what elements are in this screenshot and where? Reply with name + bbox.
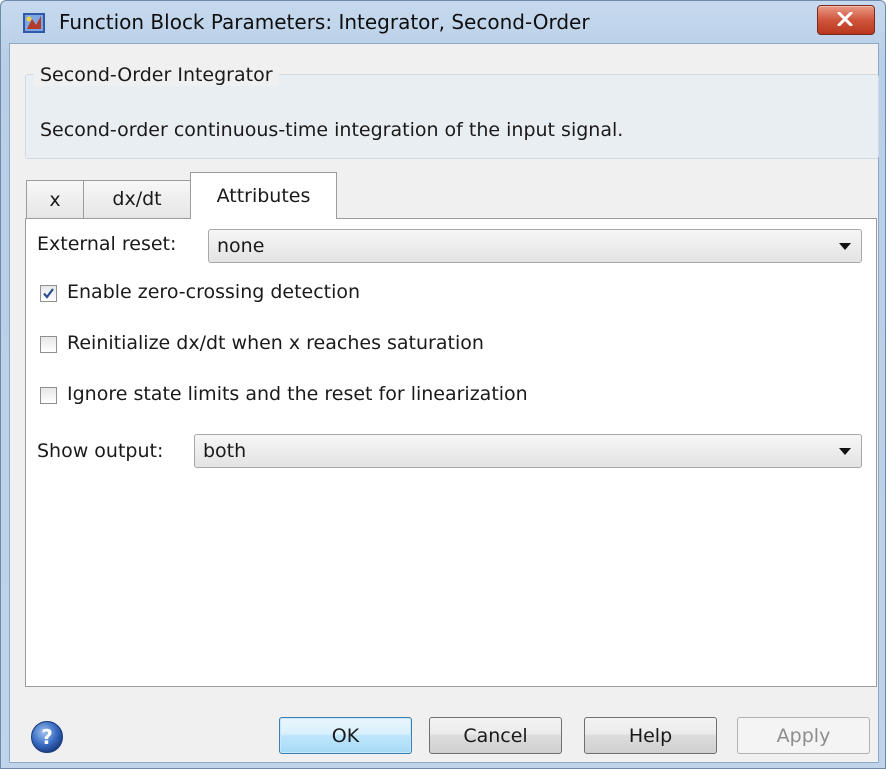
checkbox-box[interactable] [40, 285, 57, 302]
attributes-panel: External reset: none Enable zero-crossin… [25, 218, 877, 687]
help-question-icon[interactable]: ? [30, 720, 64, 754]
tab-attributes[interactable]: Attributes [190, 172, 337, 219]
dialog-client-area: Second-Order Integrator Second-order con… [9, 43, 879, 763]
close-button[interactable] [817, 5, 875, 35]
checkbox-box[interactable] [40, 336, 57, 353]
chevron-down-icon [839, 243, 851, 250]
help-button[interactable]: Help [584, 717, 717, 754]
external-reset-value: none [217, 235, 265, 257]
checkbox-box[interactable] [40, 387, 57, 404]
external-reset-select[interactable]: none [208, 229, 862, 263]
simulink-block-icon [23, 13, 45, 33]
apply-button[interactable]: Apply [737, 717, 870, 754]
svg-text:?: ? [41, 725, 53, 749]
tab-dxdt[interactable]: dx/dt [83, 180, 191, 218]
show-output-value: both [203, 440, 247, 462]
close-x-icon [837, 12, 853, 26]
chevron-down-icon [839, 448, 851, 455]
show-output-select[interactable]: both [194, 434, 862, 468]
title-bar[interactable]: Function Block Parameters: Integrator, S… [1, 1, 885, 43]
external-reset-label: External reset: [37, 233, 177, 255]
block-description: Second-order continuous-time integration… [40, 119, 624, 141]
ok-button[interactable]: OK [279, 717, 412, 754]
tab-x[interactable]: x [26, 180, 84, 218]
window-title: Function Block Parameters: Integrator, S… [59, 10, 590, 34]
dialog-window: Function Block Parameters: Integrator, S… [0, 0, 886, 769]
cancel-button[interactable]: Cancel [429, 717, 562, 754]
group-title: Second-Order Integrator [34, 64, 279, 86]
checkbox-label: Enable zero-crossing detection [67, 281, 361, 303]
block-description-group [25, 74, 879, 159]
show-output-label: Show output: [37, 440, 164, 462]
checkmark-icon [43, 288, 54, 299]
checkbox-label: Ignore state limits and the reset for li… [67, 383, 528, 405]
checkbox-label: Reinitialize dx/dt when x reaches satura… [67, 332, 484, 354]
